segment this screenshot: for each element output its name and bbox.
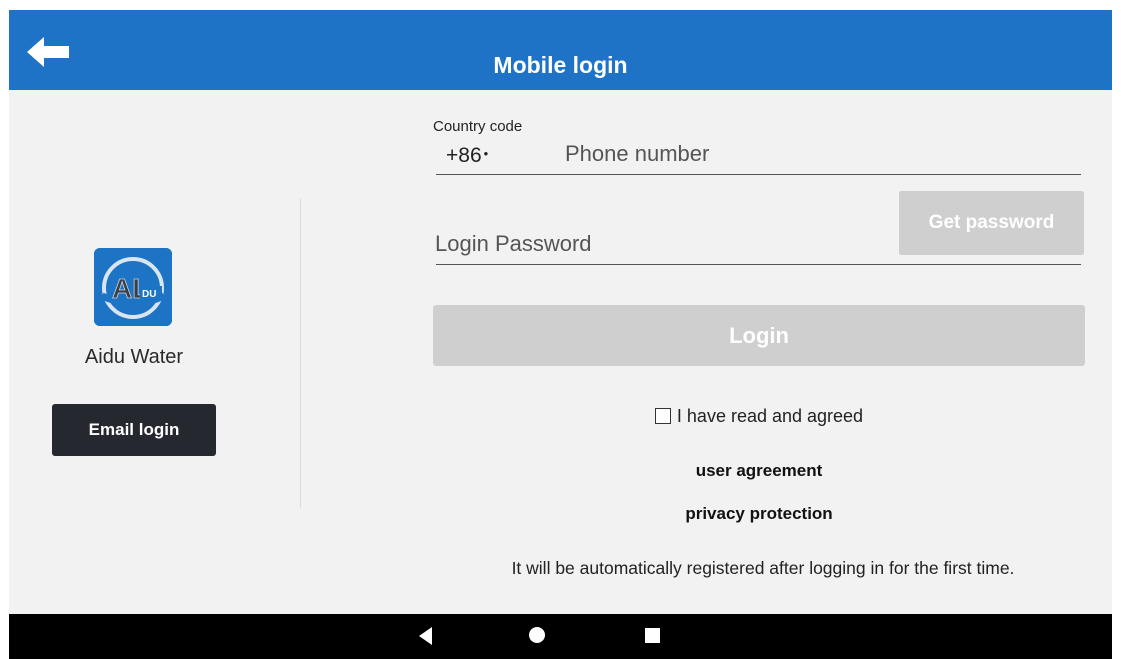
country-code-label: Country code xyxy=(433,118,523,135)
nav-back-icon[interactable] xyxy=(419,627,433,645)
nav-home-icon[interactable] xyxy=(529,627,545,643)
user-agreement-link[interactable]: user agreement xyxy=(433,461,1085,481)
aidu-water-logo-icon: AL DU xyxy=(94,248,172,326)
auto-register-note: It will be automatically registered afte… xyxy=(511,558,1015,578)
privacy-protection-link[interactable]: privacy protection xyxy=(433,504,1085,524)
agree-label: I have read and agreed xyxy=(676,406,864,426)
phone-number-input[interactable] xyxy=(565,136,1077,172)
system-nav-bar xyxy=(9,614,1112,659)
agree-checkbox[interactable] xyxy=(654,408,671,424)
dropdown-caret-icon: • xyxy=(483,146,489,161)
app-bar: Mobile login xyxy=(9,10,1112,90)
vertical-divider xyxy=(300,198,301,508)
login-button[interactable]: Login xyxy=(433,305,1085,366)
phone-underline xyxy=(436,174,1081,175)
password-underline xyxy=(436,264,1081,265)
country-code-selector[interactable]: +86 • xyxy=(446,144,488,168)
country-code-value: +86 xyxy=(446,144,482,167)
svg-text:DU: DU xyxy=(142,289,156,300)
agreement-row: I have read and agreed xyxy=(433,406,1085,427)
get-password-button[interactable]: Get password xyxy=(899,191,1084,255)
app-screen: Mobile login AL DU Aidu Water Email logi… xyxy=(9,10,1112,659)
page-title: Mobile login xyxy=(493,52,628,78)
email-login-button[interactable]: Email login xyxy=(52,404,216,456)
nav-recents-icon[interactable] xyxy=(645,628,660,643)
app-name: Aidu Water xyxy=(84,346,184,368)
login-password-input[interactable] xyxy=(435,224,885,264)
